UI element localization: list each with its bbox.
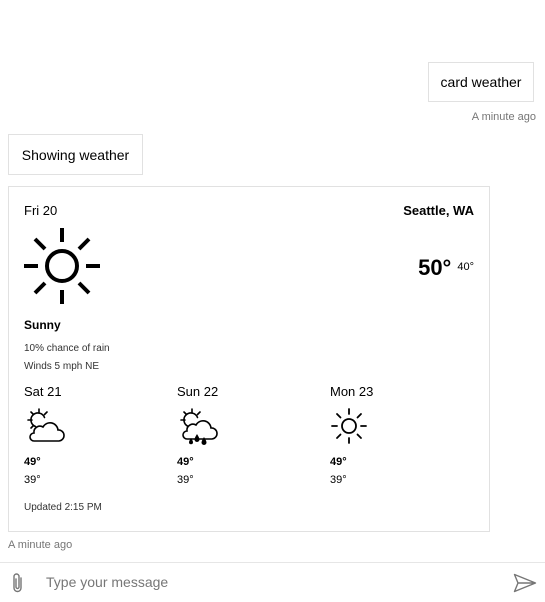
forecast-high: 49° <box>177 456 194 468</box>
weather-location: Seattle, WA <box>403 203 474 218</box>
wind-info: Winds 5 mph NE <box>24 361 100 372</box>
bot-message-timestamp: A minute ago <box>8 539 73 551</box>
partly-cloudy-icon <box>27 408 65 442</box>
forecast-high: 49° <box>24 456 41 468</box>
sun-icon <box>331 408 367 444</box>
message-input-bar <box>0 562 545 602</box>
forecast-day-label: Sat 21 <box>24 384 62 399</box>
weather-date: Fri 20 <box>24 203 58 218</box>
forecast-day: Sun 22 49° 39° <box>177 384 307 494</box>
forecast-low: 39° <box>24 474 41 486</box>
forecast-low: 39° <box>177 474 194 486</box>
forecast-day: Mon 23 49° 39° <box>330 384 460 494</box>
forecast-high: 49° <box>330 456 347 468</box>
bot-message-text: Showing weather <box>21 146 130 163</box>
message-input[interactable] <box>46 569 486 595</box>
current-temperature: 50° 40° <box>418 255 474 281</box>
forecast-day-label: Mon 23 <box>330 384 374 399</box>
weather-card: Fri 20 Seattle, WA 50° 40° Sunny 10% cha… <box>8 186 490 532</box>
bot-message-bubble: Showing weather <box>8 134 143 175</box>
temp-low: 40° <box>457 261 474 273</box>
forecast-day-label: Sun 22 <box>177 384 219 399</box>
updated-time: Updated 2:15 PM <box>24 502 102 513</box>
send-icon[interactable] <box>513 573 537 593</box>
forecast-day: Sat 21 49° 39° <box>24 384 154 494</box>
forecast-low: 39° <box>330 474 347 486</box>
sun-icon <box>24 228 100 304</box>
paperclip-icon[interactable] <box>10 572 26 594</box>
rain-cloud-icon <box>180 408 218 445</box>
user-message-timestamp: A minute ago <box>471 111 536 123</box>
weather-condition: Sunny <box>24 318 61 332</box>
rain-chance: 10% chance of rain <box>24 343 110 354</box>
temp-high: 50° <box>418 255 452 280</box>
user-message-bubble: card weather <box>428 62 534 102</box>
user-message-text: card weather <box>440 74 522 90</box>
